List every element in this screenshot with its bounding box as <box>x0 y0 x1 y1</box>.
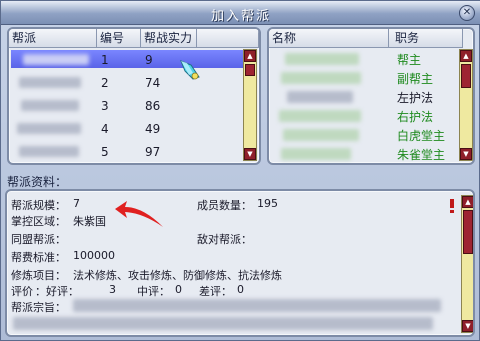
member-role: 帮主 <box>397 53 422 67</box>
scroll-down-arrow-icon[interactable]: ▼ <box>244 148 256 160</box>
close-icon[interactable]: ✕ <box>459 5 475 21</box>
rating-bad-label: 差评： <box>199 285 232 298</box>
territory-label: 掌控区域： <box>11 215 66 228</box>
guild-name-redacted <box>23 54 89 65</box>
member-name-redacted <box>279 110 361 122</box>
territory-value: 朱紫国 <box>73 215 106 228</box>
rating-good-value: 3 <box>109 283 116 296</box>
scroll-thumb[interactable] <box>463 210 473 254</box>
enemy-label: 敌对帮派： <box>197 233 252 246</box>
motto-redacted <box>73 299 441 312</box>
col-header-role[interactable]: 职务 <box>389 29 463 48</box>
scroll-up-arrow-icon[interactable]: ▲ <box>462 196 473 208</box>
col-header-filler <box>197 29 259 48</box>
fee-value: 100000 <box>73 249 115 262</box>
scroll-up-arrow-icon[interactable]: ▲ <box>460 50 472 62</box>
rating-bad-value: 0 <box>237 283 244 296</box>
guild-id: 5 <box>101 145 109 159</box>
member-role: 朱雀堂主 <box>397 148 446 162</box>
guild-name-redacted <box>19 146 79 157</box>
scroll-down-arrow-icon[interactable]: ▼ <box>462 320 473 332</box>
details-scrollbar[interactable]: ▲ ▼ <box>461 195 473 333</box>
guild-name-redacted <box>21 100 79 111</box>
rating-good-label: ：好评： <box>35 285 79 298</box>
crystal-cursor-icon <box>180 60 200 80</box>
col-header-guild[interactable]: 帮派 <box>9 29 97 48</box>
guild-power: 49 <box>145 122 161 136</box>
members-label: 成员数量： <box>197 199 252 212</box>
member-name-redacted <box>287 91 353 103</box>
scroll-up-arrow-icon[interactable]: ▲ <box>244 50 256 62</box>
scale-value: 7 <box>73 197 80 210</box>
member-list-panel: 名称 职务 帮主 副帮主 左护法 右护法 白虎堂主 朱雀堂主 ▲ ▼ <box>267 27 475 165</box>
window-title: 加入帮派 <box>210 9 271 24</box>
warning-marker-icon <box>450 199 454 213</box>
rating-mid-value: 0 <box>175 283 182 296</box>
guild-id: 2 <box>101 76 109 90</box>
member-role: 副帮主 <box>397 72 434 86</box>
section-label: 帮派资料： <box>7 175 68 189</box>
member-role: 白虎堂主 <box>397 129 446 143</box>
col-header-id[interactable]: 编号 <box>97 29 141 48</box>
join-guild-window: 加入帮派 ✕ 帮派 编号 帮战实力 1 9 2 74 3 86 4 49 5 9… <box>0 0 480 341</box>
member-list-scrollbar[interactable]: ▲ ▼ <box>459 49 473 161</box>
member-name-redacted <box>281 72 361 84</box>
rating-label: 评价 <box>11 285 33 298</box>
guild-id: 4 <box>101 122 109 136</box>
scale-label: 帮派规模： <box>11 199 66 212</box>
scroll-down-arrow-icon[interactable]: ▼ <box>460 148 472 160</box>
scroll-thumb[interactable] <box>245 64 255 76</box>
guild-power: 9 <box>145 53 153 67</box>
scroll-thumb[interactable] <box>461 64 471 88</box>
training-label: 修炼项目： <box>11 269 66 282</box>
member-role: 左护法 <box>397 91 434 105</box>
col-header-name[interactable]: 名称 <box>269 29 389 48</box>
member-role: 右护法 <box>397 110 434 124</box>
guild-list-scrollbar[interactable]: ▲ ▼ <box>243 49 257 161</box>
member-name-redacted <box>285 53 359 65</box>
col-header-power[interactable]: 帮战实力 <box>141 29 197 48</box>
annotation-arrow-icon <box>115 201 163 227</box>
members-value: 195 <box>257 197 278 210</box>
guild-id: 3 <box>101 99 109 113</box>
training-value: 法术修炼、攻击修炼、防御修炼、抗法修炼 <box>73 269 282 282</box>
guild-details-panel: 帮派规模： 7 成员数量： 195 掌控区域： 朱紫国 同盟帮派： 敌对帮派： … <box>5 189 475 337</box>
title-bar: 加入帮派 ✕ <box>1 1 480 25</box>
ally-label: 同盟帮派： <box>11 233 66 246</box>
guild-list-panel: 帮派 编号 帮战实力 1 9 2 74 3 86 4 49 5 97 ▲ ▼ <box>7 27 261 165</box>
member-name-redacted <box>281 148 351 160</box>
guild-id: 1 <box>101 53 109 67</box>
fee-label: 帮费标准： <box>11 251 66 264</box>
guild-name-redacted <box>19 77 81 88</box>
rating-mid-label: 中评： <box>137 285 170 298</box>
guild-power: 97 <box>145 145 161 159</box>
member-name-redacted <box>283 129 359 141</box>
guild-power: 86 <box>145 99 161 113</box>
guild-power: 74 <box>145 76 161 90</box>
guild-name-redacted <box>17 123 81 134</box>
motto-redacted <box>13 317 433 330</box>
motto-label: 帮派宗旨： <box>11 301 66 314</box>
